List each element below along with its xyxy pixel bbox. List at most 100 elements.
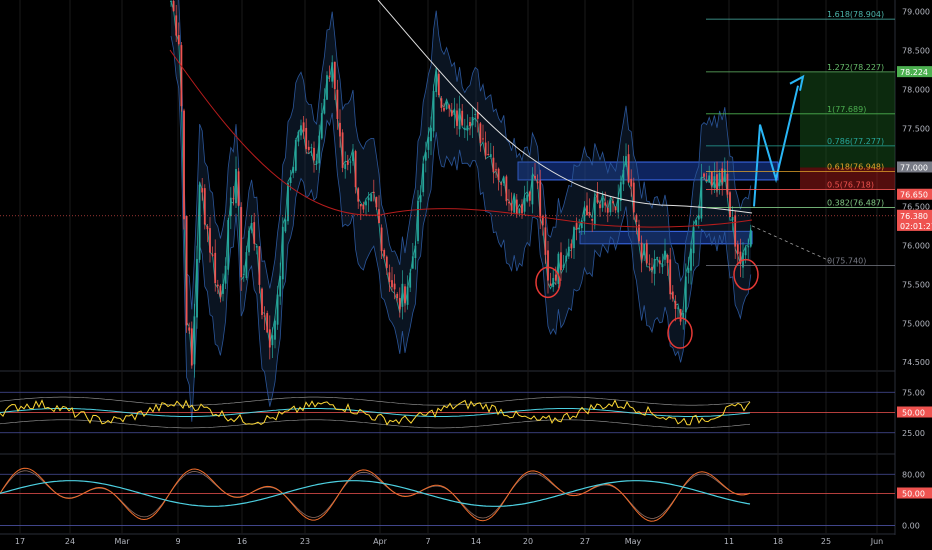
candle-body [463,127,466,129]
chart[interactable]: 1.618(78.904) 1.272(78.227) 1(77.689) 0.786… [0,0,932,550]
candle-body [196,259,198,318]
candle-body [214,252,217,284]
candle-body [651,266,653,270]
price-tick-label: 75.000 [902,319,930,328]
price-tick-label: 75.500 [902,280,930,289]
candle-body [326,75,328,100]
candle-body [495,169,497,171]
candle-body [487,154,490,156]
candle-body [310,147,313,149]
candle-body [170,1,172,3]
candle-body [380,227,383,252]
price-badge-label: 76.380 [900,212,928,221]
candle-body [367,197,370,201]
candle-body [523,198,526,212]
candle-body [357,188,360,202]
candle-body [583,207,586,222]
candle-body [183,110,185,220]
candle-body [492,157,495,173]
candle-body [502,177,505,184]
candle-body [289,177,292,183]
candle-body [305,127,308,150]
fib-label: 0.382(76.487) [827,198,884,207]
candle-body [482,138,484,140]
candle-body [671,291,674,299]
candle-body [190,328,193,366]
candle-body [471,116,474,126]
candle-body [263,315,266,317]
candle-body [729,192,731,218]
candle-body [497,168,500,181]
candle-body [219,285,222,297]
candle-body [721,168,724,183]
candle-body [448,105,451,109]
candle-body [474,114,477,116]
candle-body [222,283,224,294]
candle-body [404,286,406,303]
time-tick-label: Mar [114,537,130,546]
candle-body [284,219,287,232]
candle-body [365,201,367,206]
candle-body [323,98,326,114]
candle-body [339,122,341,137]
candle-body [172,0,175,12]
candle-body [609,199,612,213]
candle-body [372,191,375,193]
fib-label: 1(77.689) [827,105,866,114]
candle-body [469,121,471,127]
candle-body [593,196,596,226]
candle-body [352,152,354,161]
candle-body [526,194,529,202]
candle-body [521,204,523,214]
candle-body [240,207,243,278]
candle-body [232,198,235,200]
time-axis: 17 24 Mar 9 16 23 Apr 7 14 20 27 May 11 18 25 Jun [15,537,883,546]
candle-body [393,283,396,290]
stoch-d [0,470,751,519]
candle-body [489,154,492,158]
time-tick-label: May [625,537,642,546]
candle-body [206,226,209,230]
stoch-k [0,467,751,522]
candle-body [661,264,664,268]
trend-dash [751,225,831,262]
candle-body [453,109,456,115]
candle-body [255,245,258,248]
candle-body [419,195,422,203]
candle-body [554,274,557,281]
candle-body [578,227,581,230]
resistance-zone [517,161,779,181]
price-tick-label: 78.500 [902,47,930,56]
candle-body [427,136,430,150]
time-tick-label: 7 [425,537,430,546]
candle-body [258,246,261,285]
rsi-tick-label: 75.00 [902,388,925,397]
candle-body [596,192,599,203]
candle-body [300,125,302,136]
candle-body [274,320,276,340]
candle-body [333,61,336,90]
candle-body [458,108,461,130]
candle-body [744,247,747,256]
candle-body [302,122,305,132]
time-tick-label: 25 [821,537,831,546]
stoch-tick-label: 0.00 [902,522,920,531]
candle-body [586,205,588,216]
candle-body [248,230,250,253]
candle-body [385,256,388,268]
candle-body [180,45,183,107]
candle-body [175,15,178,36]
time-tick-label: Jun [870,537,884,546]
candle-body [552,278,555,288]
candle-body [227,220,230,270]
candle-body [505,176,508,202]
candle-body [625,156,627,166]
time-tick-label: 20 [523,537,533,546]
candle-body [749,229,752,247]
candle-body [318,135,321,164]
candle-body [235,168,237,204]
candle-body [705,180,708,182]
candle-body [645,243,648,264]
candle-body [378,209,380,224]
candle-body [627,154,630,183]
